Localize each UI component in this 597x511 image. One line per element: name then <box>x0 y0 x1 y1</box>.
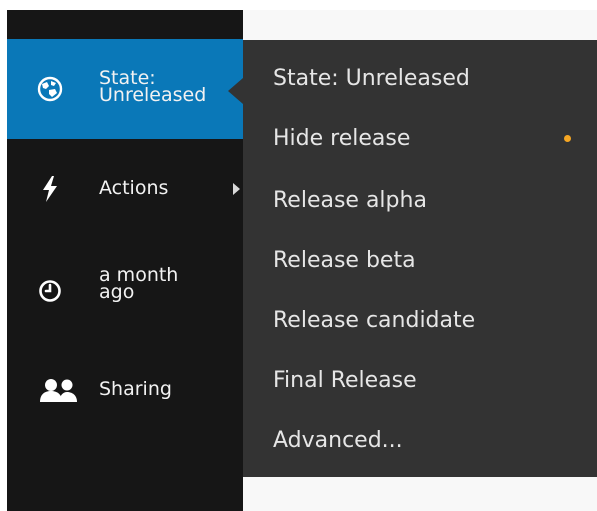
sidebar: State: Unreleased Actions a month ago Sh… <box>7 10 243 511</box>
menu-item-release-candidate[interactable]: Release candidate <box>243 290 597 350</box>
sidebar-item-label: Sharing <box>99 378 172 400</box>
sidebar-item-updated[interactable]: a month ago <box>7 256 243 326</box>
sidebar-item-label: Actions <box>99 177 169 199</box>
menu-item-advanced[interactable]: Advanced... <box>243 410 597 470</box>
page-left-margin <box>0 0 7 511</box>
sidebar-item-label: a month ago <box>99 264 179 303</box>
sidebar-item-sharing[interactable]: Sharing <box>7 355 243 425</box>
globe-icon <box>35 74 65 104</box>
menu-item-label: State: Unreleased <box>273 65 470 91</box>
menu-item-final-release[interactable]: Final Release <box>243 350 597 410</box>
sidebar-item-label: State: Unreleased <box>99 67 207 106</box>
menu-item-state-unreleased[interactable]: State: Unreleased <box>243 48 597 108</box>
page-top-margin <box>0 0 597 10</box>
menu-item-release-alpha[interactable]: Release alpha <box>243 170 597 230</box>
menu-item-label: Release alpha <box>273 187 427 213</box>
menu-item-label: Advanced... <box>273 427 403 453</box>
chevron-right-icon <box>233 183 240 195</box>
indicator-dot <box>564 134 571 142</box>
state-dropdown-menu: State: Unreleased Hide release Release a… <box>243 40 597 477</box>
menu-item-label: Release candidate <box>273 307 476 333</box>
sidebar-item-state[interactable]: State: Unreleased <box>7 39 243 139</box>
bolt-icon <box>35 174 65 204</box>
menu-item-hide-release[interactable]: Hide release <box>243 108 597 168</box>
dropdown-pointer <box>228 78 243 104</box>
menu-item-label: Hide release <box>273 125 411 151</box>
users-icon <box>39 375 79 405</box>
sidebar-item-actions[interactable]: Actions <box>7 154 243 224</box>
clock-icon <box>35 276 65 306</box>
menu-item-label: Release beta <box>273 247 416 273</box>
menu-item-release-beta[interactable]: Release beta <box>243 230 597 290</box>
menu-item-label: Final Release <box>273 367 417 393</box>
